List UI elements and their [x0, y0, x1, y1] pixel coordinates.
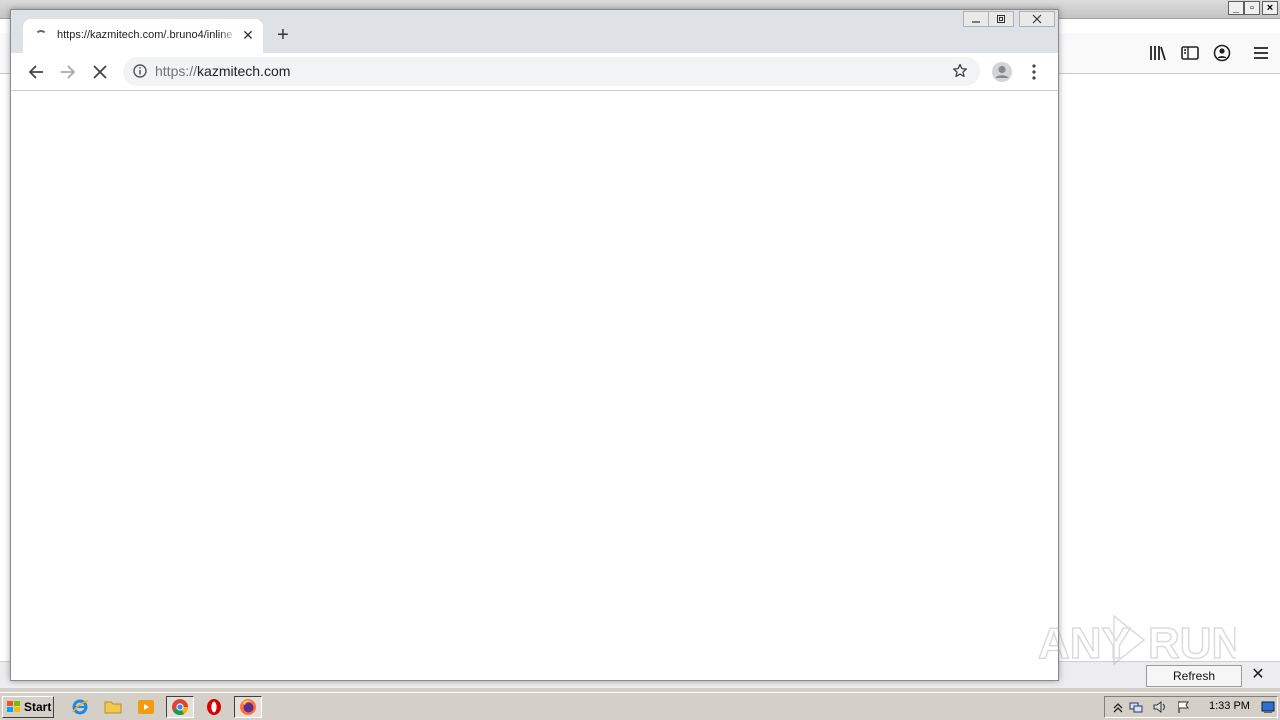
close-button[interactable] [1019, 11, 1055, 27]
chrome-window: https://kazmitech.com/.bruno4/inline ✕ +… [10, 9, 1059, 681]
taskbar: Start 1:33 PM [0, 692, 1280, 720]
taskbar-clock[interactable]: 1:33 PM [1209, 700, 1250, 712]
info-icon[interactable] [133, 64, 147, 78]
system-tray: 1:33 PM [1104, 696, 1278, 718]
opera-icon[interactable] [204, 697, 224, 717]
action-center-flag-icon[interactable] [1177, 700, 1191, 714]
url-text[interactable]: https://kazmitech.com [155, 63, 290, 79]
anyrun-watermark-logo: ANY RUN [1037, 614, 1236, 668]
tray-expand-icon[interactable] [1111, 700, 1125, 714]
tab-close-icon[interactable]: ✕ [240, 27, 256, 43]
profile-avatar-icon[interactable] [991, 61, 1013, 83]
tab-title: https://kazmitech.com/.bruno4/inline [57, 29, 233, 41]
start-label: Start [24, 700, 52, 714]
network-icon[interactable] [1129, 700, 1143, 714]
notification-close-icon[interactable]: ✕ [1250, 667, 1266, 683]
media-player-icon[interactable] [136, 697, 156, 717]
browser-toolbar: https://kazmitech.com [11, 53, 1058, 91]
url-scheme: https:// [155, 63, 198, 79]
account-icon[interactable] [1212, 43, 1232, 63]
watermark-text-left: ANY [1038, 619, 1131, 668]
firefox-close-button[interactable]: × [1262, 1, 1278, 15]
minimize-button[interactable] [963, 11, 989, 27]
chrome-taskbar-icon[interactable] [166, 696, 194, 718]
volume-icon[interactable] [1153, 700, 1167, 714]
firefox-taskbar-icon[interactable] [234, 696, 262, 718]
back-arrow-icon[interactable] [25, 61, 47, 83]
hamburger-menu-icon[interactable] [1251, 43, 1271, 63]
watermark-text-right: RUN [1148, 619, 1236, 668]
omnibox[interactable]: https://kazmitech.com [123, 57, 980, 86]
restore-button[interactable] [988, 11, 1014, 27]
chrome-menu-dots-icon[interactable] [1026, 61, 1042, 83]
forward-arrow-icon[interactable] [57, 61, 79, 83]
windows-logo-icon [7, 701, 20, 712]
start-button[interactable]: Start [2, 696, 54, 718]
tab-title-fade [219, 27, 237, 45]
bookmark-star-icon[interactable] [952, 63, 968, 79]
internet-explorer-icon[interactable] [70, 697, 90, 717]
folder-icon[interactable] [103, 697, 123, 717]
browser-tab[interactable]: https://kazmitech.com/.bruno4/inline ✕ [23, 19, 263, 53]
firefox-restore-button[interactable]: ▫ [1244, 1, 1260, 15]
library-icon[interactable] [1148, 43, 1168, 63]
new-tab-plus-icon[interactable]: + [273, 25, 293, 45]
refresh-firefox-button[interactable]: Refresh Firefox… [1146, 665, 1242, 703]
tab-strip: https://kazmitech.com/.bruno4/inline ✕ + [11, 10, 1058, 53]
sidebar-icon[interactable] [1180, 43, 1200, 63]
loading-spinner-icon [35, 30, 47, 42]
stop-loading-icon[interactable] [89, 61, 111, 83]
firefox-minimize-button[interactable]: _ [1228, 1, 1244, 15]
url-host: kazmitech.com [197, 63, 291, 79]
show-desktop-icon[interactable] [1261, 700, 1275, 714]
page-content [11, 91, 1058, 680]
